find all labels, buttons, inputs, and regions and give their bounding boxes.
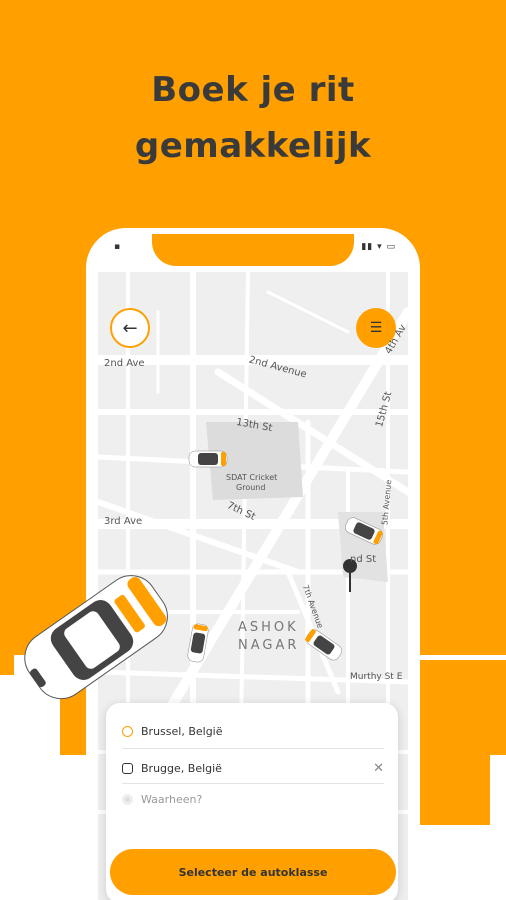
pickup-dot-icon bbox=[122, 726, 133, 737]
status-time: ▪ bbox=[114, 242, 121, 252]
pickup-location: Brussel, België bbox=[141, 725, 223, 738]
arrow-left-icon: ← bbox=[122, 317, 138, 339]
map-label: 2nd Ave bbox=[104, 358, 145, 369]
map-area-label: ASHOK bbox=[238, 620, 299, 635]
dropoff-row[interactable]: Brugge, België ✕ bbox=[122, 761, 384, 776]
divider bbox=[122, 783, 384, 784]
phone-notch bbox=[152, 234, 354, 266]
taxi-marker[interactable] bbox=[188, 448, 228, 470]
dropoff-location: Brugge, België bbox=[141, 762, 222, 775]
map-label: Ground bbox=[236, 483, 266, 492]
pickup-row[interactable]: Brussel, België bbox=[122, 725, 384, 738]
dropoff-square-icon bbox=[122, 763, 133, 774]
map-label: 3rd Ave bbox=[104, 516, 143, 527]
divider bbox=[122, 748, 384, 749]
headline-line-2: gemakkelijk bbox=[134, 126, 372, 166]
close-icon[interactable]: ✕ bbox=[373, 761, 384, 776]
back-button[interactable]: ← bbox=[110, 308, 150, 348]
select-car-class-button[interactable]: Selecteer de autoklasse bbox=[110, 849, 396, 895]
map-area-label: NAGAR bbox=[238, 638, 300, 653]
status-icons: ▮▮ ▾ ▭ bbox=[361, 242, 396, 252]
map-label: nd St bbox=[350, 554, 377, 565]
map-label: Murthy St E bbox=[350, 672, 403, 682]
map-label: SDAT Cricket bbox=[226, 473, 278, 482]
headline-line-1: Boek je rit bbox=[151, 70, 355, 110]
where-row[interactable]: Waarheen? bbox=[122, 793, 384, 806]
where-input[interactable]: Waarheen? bbox=[141, 793, 384, 806]
headline: Boek je rit gemakkelijk bbox=[0, 62, 506, 174]
where-dot-icon bbox=[122, 794, 133, 805]
menu-icon: ☰ bbox=[369, 320, 383, 336]
large-taxi-illustration bbox=[24, 575, 168, 700]
background-silhouette bbox=[410, 750, 490, 825]
